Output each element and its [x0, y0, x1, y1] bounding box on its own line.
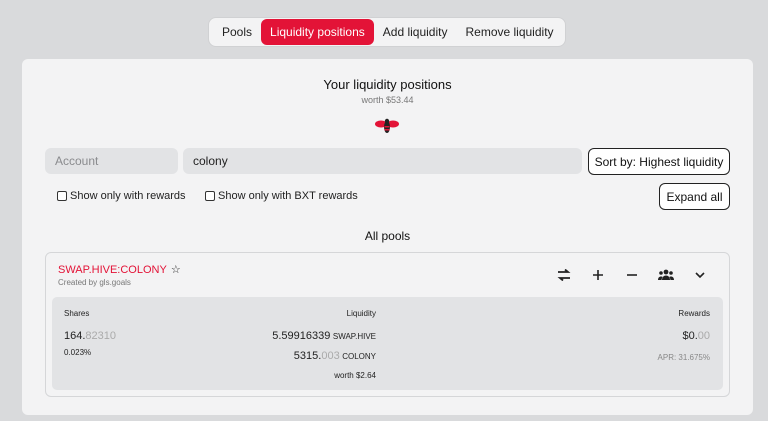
- liq2-dim: 003: [321, 350, 340, 362]
- shares-main: 164.: [64, 330, 86, 342]
- bxt-checkbox-label: Show only with BXT rewards: [218, 190, 358, 202]
- liq1-token: SWAP.HIVE: [332, 332, 376, 341]
- chevron-down-icon[interactable]: [683, 266, 717, 284]
- shares-value: 164.82310: [64, 330, 116, 342]
- pool-actions: [547, 266, 717, 284]
- sort-dropdown[interactable]: Sort by: Highest liquidity: [588, 148, 730, 175]
- add-liquidity-icon[interactable]: [581, 266, 615, 284]
- pool-card: SWAP.HIVE:COLONY ☆ Created by gls.goals …: [45, 252, 730, 397]
- liquidity-worth: worth $2.64: [334, 371, 376, 380]
- shares-percent: 0.023%: [64, 348, 92, 357]
- users-icon[interactable]: [649, 266, 683, 284]
- liq2-main: 5315.: [293, 350, 322, 362]
- top-navigation: Pools Liquidity positions Add liquidity …: [208, 17, 566, 47]
- liq1-amount: 5.59916339: [272, 330, 331, 342]
- remove-liquidity-icon[interactable]: [615, 266, 649, 284]
- shares-label: Shares: [64, 309, 90, 318]
- star-icon[interactable]: ☆: [171, 263, 181, 276]
- rewards-main: $0.: [682, 330, 698, 342]
- liquidity-row-1: 5.59916339 SWAP.HIVE: [202, 330, 376, 342]
- liquidity-label: Liquidity: [346, 309, 376, 318]
- checkbox-icon[interactable]: [205, 191, 215, 201]
- rewards-checkbox[interactable]: Show only with rewards: [57, 190, 186, 202]
- checkbox-icon[interactable]: [57, 191, 67, 201]
- tab-add-liquidity[interactable]: Add liquidity: [374, 19, 457, 45]
- pool-name-label[interactable]: SWAP.HIVE:COLONY: [58, 264, 167, 276]
- page-title: Your liquidity positions: [323, 77, 452, 92]
- account-input[interactable]: [45, 148, 178, 174]
- pool-name[interactable]: SWAP.HIVE:COLONY ☆: [58, 263, 181, 277]
- swap-icon[interactable]: [547, 266, 581, 284]
- pool-creator: Created by gls.goals: [58, 278, 131, 287]
- liquidity-row-2: 5315.003 COLONY: [202, 350, 376, 362]
- expand-all-button[interactable]: Expand all: [659, 183, 730, 210]
- hive-bee-icon: [375, 118, 399, 133]
- liq2-amount: 5315.003: [294, 350, 340, 362]
- pool-details: Shares Liquidity Rewards 164.82310 0.023…: [52, 297, 723, 390]
- rewards-checkbox-label: Show only with rewards: [70, 190, 186, 202]
- rewards-label: Rewards: [678, 309, 710, 318]
- positions-card: Your liquidity positions worth $53.44 So…: [22, 59, 753, 415]
- liq2-token: COLONY: [342, 352, 376, 361]
- rewards-value: $0.00: [612, 330, 710, 342]
- shares-dim: 82310: [85, 330, 117, 342]
- apr-value: APR: 31.675%: [657, 353, 710, 362]
- section-title: All pools: [364, 229, 411, 243]
- search-input[interactable]: [183, 148, 582, 174]
- total-worth: worth $53.44: [361, 95, 414, 105]
- rewards-dim: 00: [697, 330, 710, 342]
- tab-liquidity-positions[interactable]: Liquidity positions: [261, 19, 374, 45]
- tab-pools[interactable]: Pools: [213, 19, 261, 45]
- tab-remove-liquidity[interactable]: Remove liquidity: [456, 19, 562, 45]
- bxt-rewards-checkbox[interactable]: Show only with BXT rewards: [205, 190, 358, 202]
